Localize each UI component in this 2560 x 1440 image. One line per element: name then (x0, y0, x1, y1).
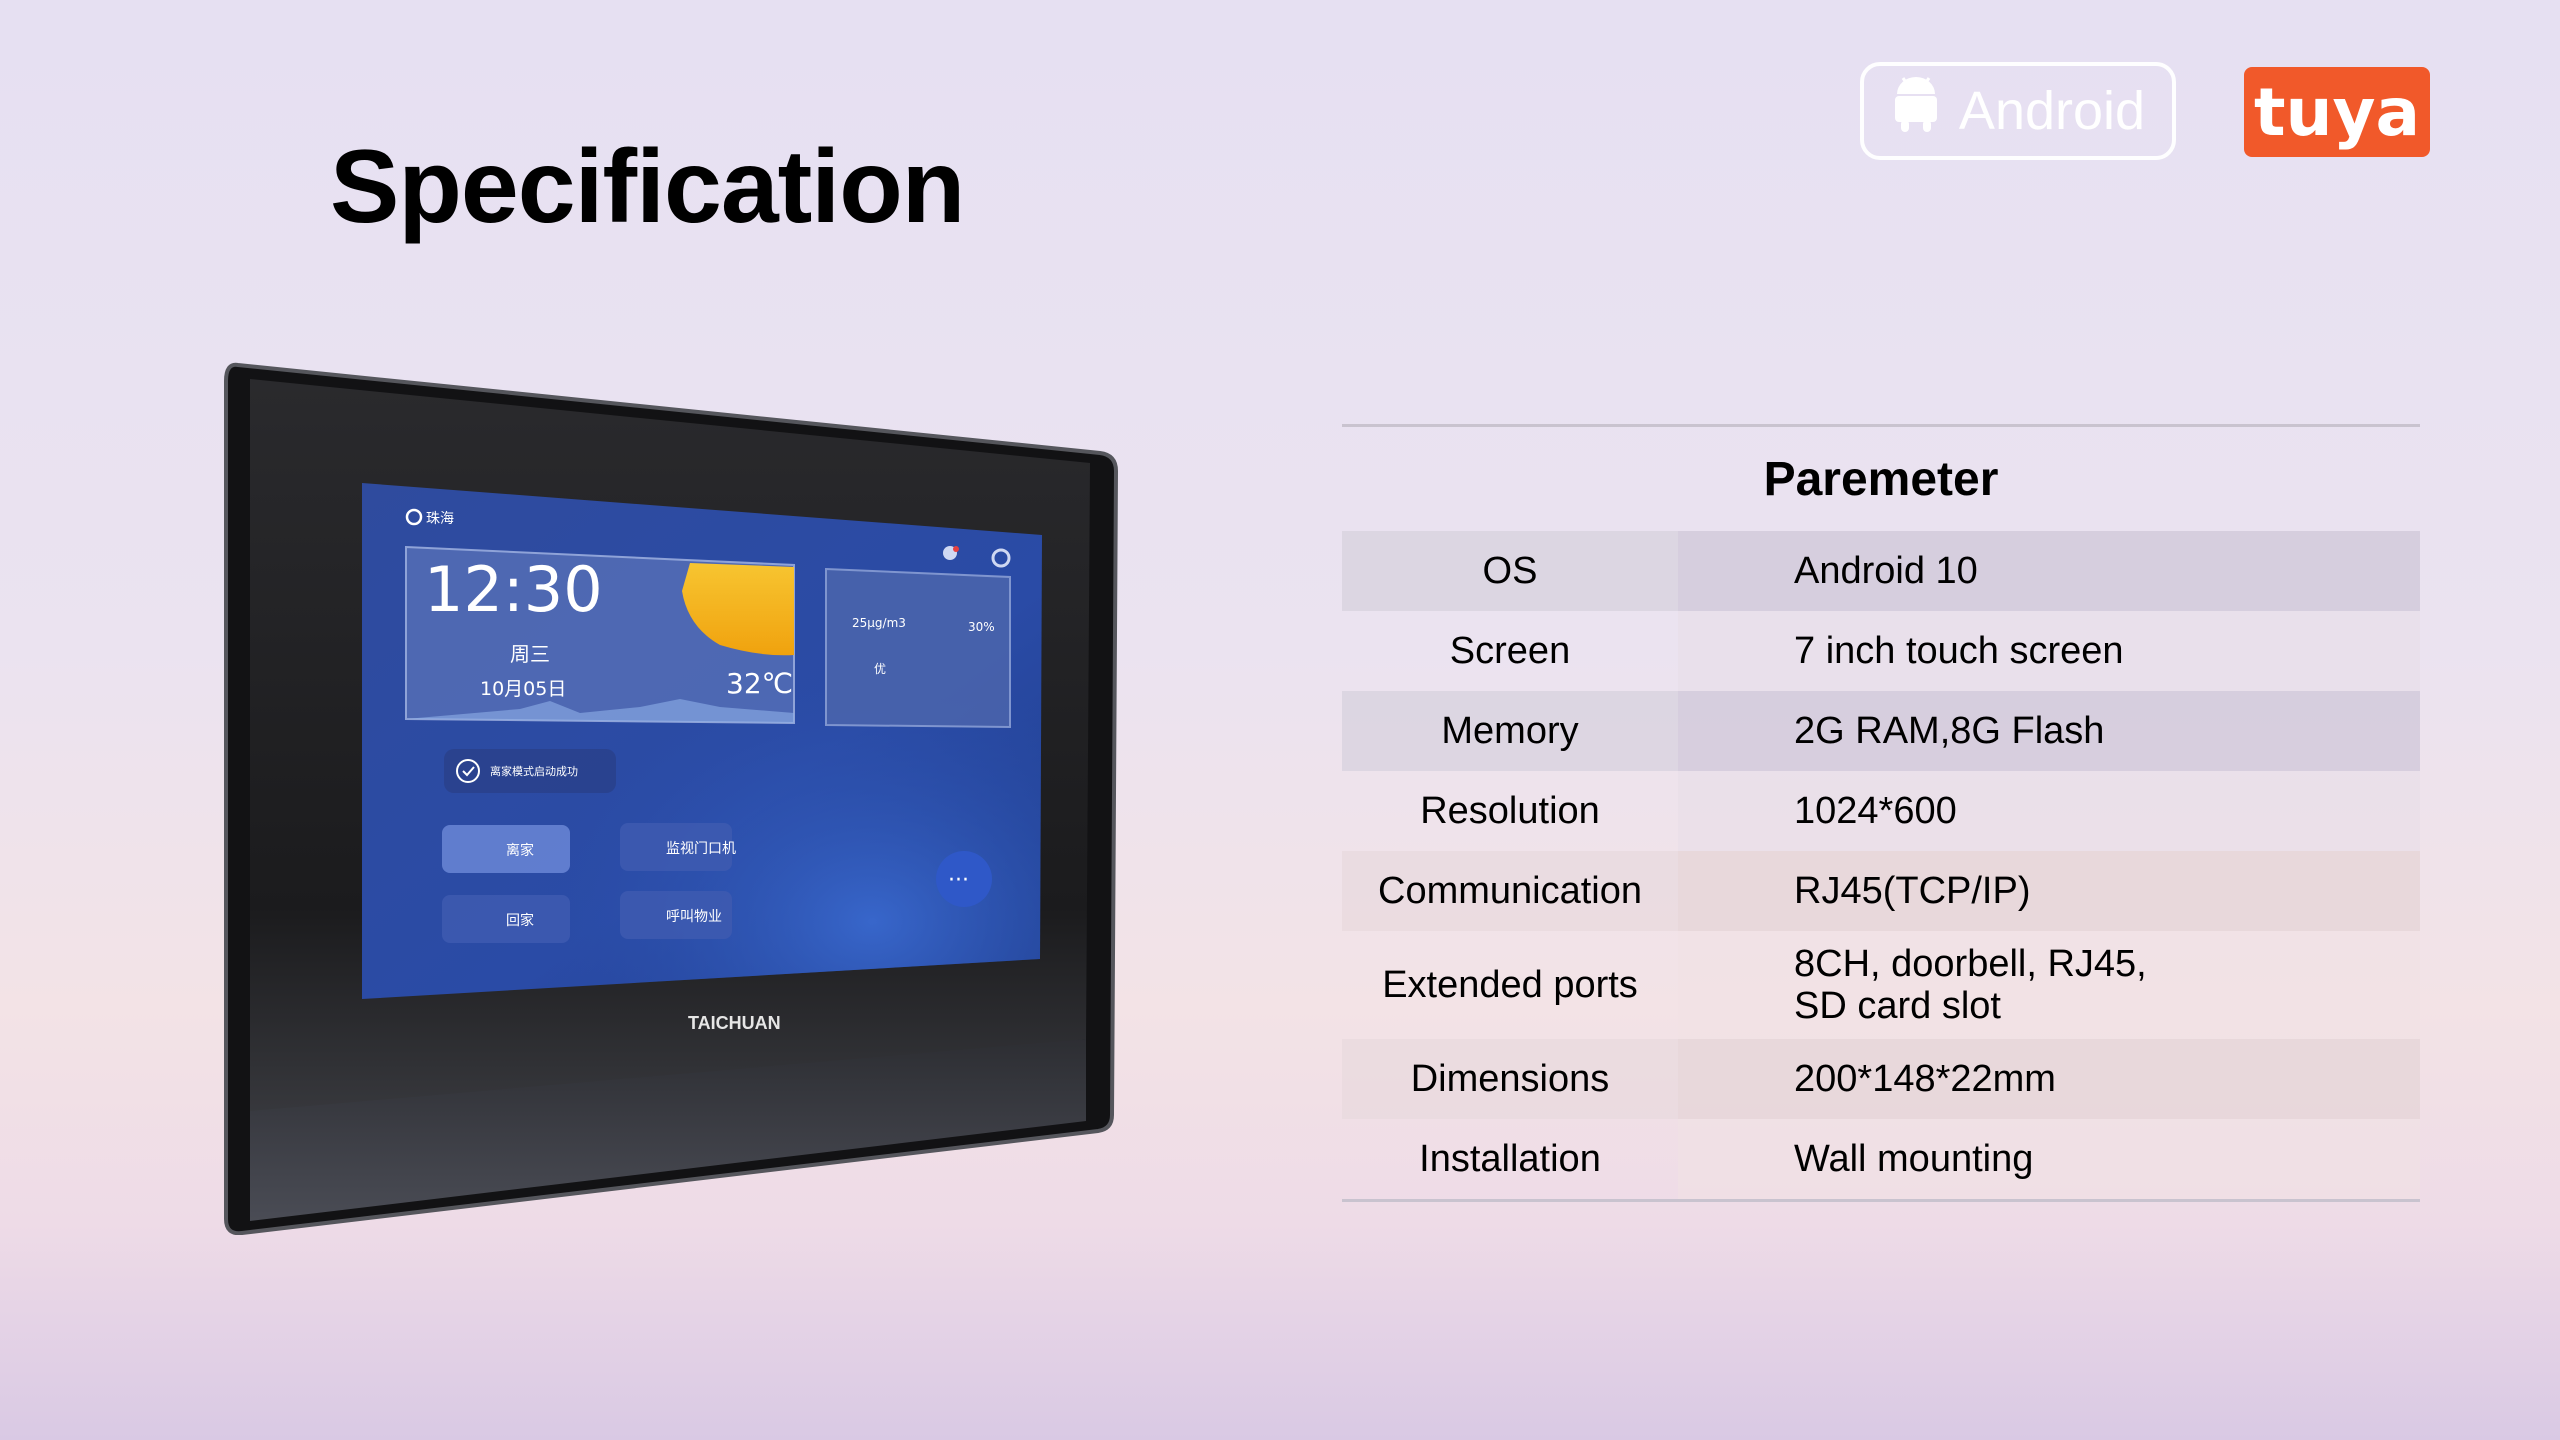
row-value: 200*148*22mm (1678, 1039, 2420, 1119)
screen-date: 10月05日 (480, 678, 566, 700)
row-value: 2G RAM,8G Flash (1678, 691, 2420, 771)
screen-pm25: 25μg/m3 (852, 616, 906, 630)
tuya-logo: tuya (2244, 67, 2430, 157)
row-value: 1024*600 (1678, 771, 2420, 851)
row-value: RJ45(TCP/IP) (1678, 851, 2420, 931)
screen-location: 珠海 (426, 511, 454, 527)
row-value: Wall mounting (1678, 1119, 2420, 1199)
page-title: Specification (330, 129, 965, 245)
device-image: 珠海 12:30 周三 10月05日 32℃ 25μg/m3 30% 优 离家模… (220, 355, 1120, 1235)
row-label: Resolution (1420, 789, 1600, 832)
table-row: Extended ports 8CH, doorbell, RJ45, SD c… (1342, 931, 2420, 1039)
spec-table: Paremeter OS Android 10 Screen 7 inch to… (1342, 424, 2420, 1202)
tuya-label: tuya (2253, 73, 2421, 151)
table-row: Memory 2G RAM,8G Flash (1342, 691, 2420, 771)
table-row: Screen 7 inch touch screen (1342, 611, 2420, 691)
android-badge: Android (1860, 62, 2176, 160)
table-row: Installation Wall mounting (1342, 1119, 2420, 1199)
table-header: Paremeter (1763, 452, 1999, 506)
table-row: Communication RJ45(TCP/IP) (1342, 851, 2420, 931)
row-label: Memory (1342, 691, 1678, 771)
screen-weekday: 周三 (510, 642, 550, 666)
row-label: Dimensions (1342, 1039, 1678, 1119)
device-brand: TAICHUAN (688, 1013, 781, 1033)
table-row: Resolution 1024*600 (1342, 771, 2420, 851)
screen-notice: 离家模式启动成功 (490, 764, 578, 778)
screen-temperature: 32℃ (726, 667, 793, 700)
screen-button-home: 回家 (506, 912, 534, 929)
row-label: Extended ports (1382, 963, 1638, 1006)
screen-air-quality: 优 (874, 662, 886, 676)
table-row: OS Android 10 (1342, 531, 2420, 611)
row-label: Communication (1342, 851, 1678, 931)
screen-button-call: 呼叫物业 (666, 909, 722, 925)
table-row: Dimensions 200*148*22mm (1342, 1039, 2420, 1119)
row-value-line-2: SD card slot (1794, 985, 2001, 1027)
table-bottom-rule (1342, 1199, 2420, 1202)
row-value: 7 inch touch screen (1678, 611, 2420, 691)
screen-humidity: 30% (968, 620, 995, 634)
row-label: OS (1342, 531, 1678, 611)
row-value-line-1: 8CH, doorbell, RJ45, (1794, 943, 2147, 985)
screen-more: ··· (948, 868, 969, 893)
screen-time: 12:30 (424, 553, 603, 626)
row-value: Android 10 (1678, 531, 2420, 611)
screen-button-away: 离家 (506, 842, 534, 859)
screen-button-monitor: 监视门口机 (666, 841, 736, 857)
row-value: 8CH, doorbell, RJ45, SD card slot (1678, 931, 2420, 1039)
android-icon (1891, 76, 1941, 147)
android-label: Android (1958, 81, 2146, 141)
row-label: Screen (1449, 629, 1571, 672)
row-label: Installation (1419, 1137, 1601, 1180)
